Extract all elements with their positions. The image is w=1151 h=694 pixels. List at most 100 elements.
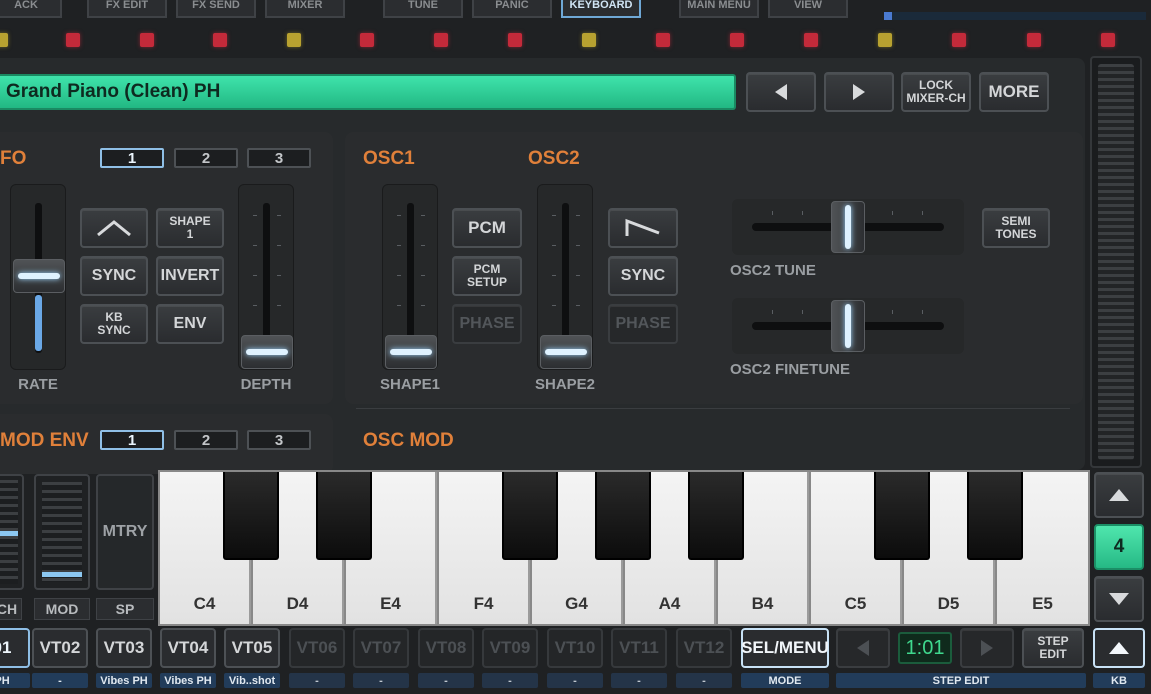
step-position-display: 1:01: [898, 632, 952, 664]
lfo-tab-3[interactable]: 3: [247, 148, 311, 168]
track-sub-label: -: [353, 673, 409, 688]
lfo-title: FO: [0, 148, 27, 169]
osc2-tune-slider[interactable]: [732, 199, 964, 255]
tab-keyboard[interactable]: KEYBOARD: [561, 0, 641, 18]
pcm-setup-button[interactable]: PCM SETUP: [452, 256, 522, 296]
mod-wheel[interactable]: [34, 474, 90, 590]
track-button-vt03[interactable]: VT03: [96, 628, 152, 668]
pitch-wheel[interactable]: [0, 474, 24, 590]
mod-env-title: MOD ENV: [0, 430, 89, 451]
step-edit-button[interactable]: STEP EDIT: [1022, 628, 1084, 668]
tab-main-menu[interactable]: MAIN MENU: [679, 0, 759, 18]
lfo-shape-button[interactable]: SHAPE 1: [156, 208, 224, 248]
osc2-phase-button[interactable]: PHASE: [608, 304, 678, 344]
mod-env-tab-3[interactable]: 3: [247, 430, 311, 450]
pcm-button[interactable]: PCM: [452, 208, 522, 248]
tab-fx-send[interactable]: FX SEND: [176, 0, 256, 18]
osc2-wave-button[interactable]: [608, 208, 678, 248]
kb-toggle-button[interactable]: [1093, 628, 1145, 668]
track-sub-label: -: [482, 673, 538, 688]
triangle-right-icon: [853, 84, 865, 100]
lfo-sync-button[interactable]: SYNC: [80, 256, 148, 296]
step-prev-button[interactable]: [836, 628, 890, 668]
depth-label: DEPTH: [240, 376, 292, 393]
track-led: [656, 33, 670, 47]
osc2-tune-handle[interactable]: [831, 201, 865, 253]
tab-panic[interactable]: PANIC: [472, 0, 552, 18]
track-button-vt10[interactable]: VT10: [547, 628, 603, 668]
triangle-wave-icon: [97, 220, 131, 237]
semitones-button[interactable]: SEMI TONES: [982, 208, 1050, 248]
preset-name-bar[interactable]: Grand Piano (Clean) PH: [0, 74, 736, 110]
shape1-slider[interactable]: [382, 184, 438, 370]
key-c-sharp-4[interactable]: [223, 472, 279, 560]
lfo-env-button[interactable]: ENV: [156, 304, 224, 344]
lfo-wave-button[interactable]: [80, 208, 148, 248]
lfo-kb-sync-button[interactable]: KB SYNC: [80, 304, 148, 344]
track-button-vt08[interactable]: VT08: [418, 628, 474, 668]
top-tab-bar: ACK FX EDIT FX SEND MIXER TUNE PANIC KEY…: [0, 0, 1151, 24]
section-divider: [356, 408, 1070, 409]
right-scrollbar[interactable]: [1090, 56, 1142, 468]
step-next-button[interactable]: [960, 628, 1014, 668]
mode-label: MODE: [741, 673, 829, 688]
octave-down-button[interactable]: [1094, 576, 1144, 622]
track-sub-label: -: [676, 673, 732, 688]
key-d-sharp-5[interactable]: [967, 472, 1023, 560]
osc1-phase-button[interactable]: PHASE: [452, 304, 522, 344]
rate-slider[interactable]: [10, 184, 66, 370]
kb-label: KB: [1093, 673, 1145, 688]
rate-fill: [35, 295, 42, 351]
key-g-sharp-4[interactable]: [595, 472, 651, 560]
depth-handle[interactable]: [241, 335, 293, 369]
track-button-vt02[interactable]: VT02: [32, 628, 88, 668]
track-led: [360, 33, 374, 47]
key-a-sharp-4[interactable]: [688, 472, 744, 560]
track-button-vt06[interactable]: VT06: [289, 628, 345, 668]
octave-up-button[interactable]: [1094, 472, 1144, 518]
tab-back[interactable]: ACK: [0, 0, 62, 18]
lfo-invert-button[interactable]: INVERT: [156, 256, 224, 296]
saw-wave-icon: [625, 218, 660, 236]
track-button-vt11[interactable]: VT11: [611, 628, 667, 668]
osc2-sync-button[interactable]: SYNC: [608, 256, 678, 296]
level-meter: [884, 12, 1146, 20]
next-preset-button[interactable]: [824, 72, 894, 112]
tab-view[interactable]: VIEW: [768, 0, 848, 18]
osc2-finetune-handle[interactable]: [831, 300, 865, 352]
key-d-sharp-4[interactable]: [316, 472, 372, 560]
key-f-sharp-4[interactable]: [502, 472, 558, 560]
key-c-sharp-5[interactable]: [874, 472, 930, 560]
osc1-title: OSC1: [363, 148, 415, 169]
mod-env-tab-1[interactable]: 1: [100, 430, 164, 450]
track-button-01[interactable]: 01: [0, 628, 30, 668]
lfo-tab-2[interactable]: 2: [174, 148, 238, 168]
track-button-vt12[interactable]: VT12: [676, 628, 732, 668]
sel-menu-button[interactable]: SEL/MENU: [741, 628, 829, 668]
more-button[interactable]: MORE: [979, 72, 1049, 112]
lock-mixer-ch-button[interactable]: LOCK MIXER-CH: [901, 72, 971, 112]
track-button-vt09[interactable]: VT09: [482, 628, 538, 668]
track-button-vt04[interactable]: VT04: [160, 628, 216, 668]
osc2-finetune-slider[interactable]: [732, 298, 964, 354]
prev-preset-button[interactable]: [746, 72, 816, 112]
track-button-vt07[interactable]: VT07: [353, 628, 409, 668]
track-led: [434, 33, 448, 47]
tab-tune[interactable]: TUNE: [383, 0, 463, 18]
lfo-tab-1[interactable]: 1: [100, 148, 164, 168]
depth-slider[interactable]: [238, 184, 294, 370]
track-sub-label: -: [547, 673, 603, 688]
tab-fx-edit[interactable]: FX EDIT: [87, 0, 167, 18]
mod-env-tab-2[interactable]: 2: [174, 430, 238, 450]
rate-label: RATE: [18, 376, 58, 393]
tab-mixer[interactable]: MIXER: [265, 0, 345, 18]
rate-handle[interactable]: [13, 259, 65, 293]
track-led: [66, 33, 80, 47]
shape2-handle[interactable]: [540, 335, 592, 369]
mtry-button[interactable]: MTRY: [96, 474, 154, 590]
preset-name: Grand Piano (Clean) PH: [6, 81, 221, 102]
shape2-slider[interactable]: [537, 184, 593, 370]
track-button-vt05[interactable]: VT05: [224, 628, 280, 668]
shape1-handle[interactable]: [385, 335, 437, 369]
track-sub-label: Vibes PH: [160, 673, 216, 688]
